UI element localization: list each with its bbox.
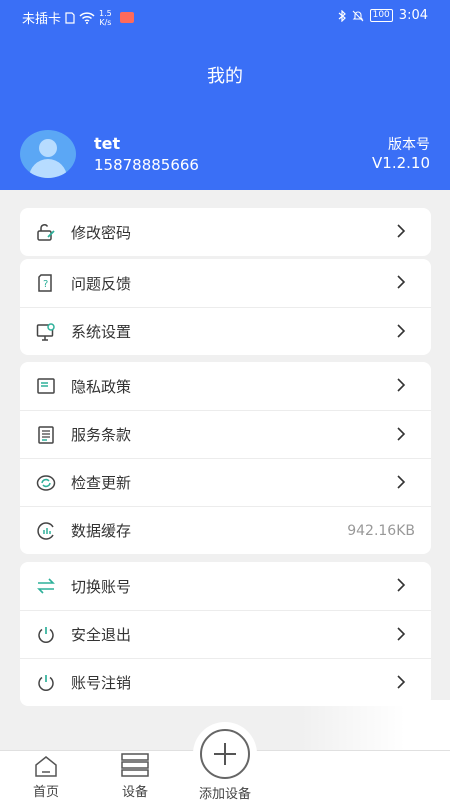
menu-item-cancel-account[interactable]: 账号注销 <box>20 658 431 706</box>
account-card: 修改密码 <box>20 208 431 256</box>
session-card: 切换账号 安全退出 账号注销 <box>20 562 431 706</box>
menu-item-data-cache[interactable]: 数据缓存 942.16KB <box>20 506 431 554</box>
chevron-right-icon <box>397 675 406 689</box>
chevron-right-icon <box>397 324 406 338</box>
bluetooth-icon <box>338 9 346 22</box>
support-card: ? 问题反馈 系统设置 <box>20 259 431 355</box>
document-icon <box>35 424 57 446</box>
menu-item-check-update[interactable]: 检查更新 <box>20 458 431 506</box>
menu-label: 检查更新 <box>71 474 132 492</box>
user-name: tet <box>94 134 121 153</box>
menu-label: 数据缓存 <box>71 522 132 540</box>
tab-label: 设备 <box>121 785 148 800</box>
home-icon <box>18 751 74 777</box>
tab-devices[interactable]: 设备 <box>107 751 163 800</box>
power-icon <box>35 672 57 694</box>
status-bar: 未插卡 1.5 K/s 100 3:04 <box>0 0 450 32</box>
chevron-right-icon <box>397 275 406 289</box>
chevron-right-icon <box>397 475 406 489</box>
menu-item-privacy-policy[interactable]: 隐私政策 <box>20 362 431 410</box>
refresh-icon <box>35 472 57 494</box>
menu-item-change-password[interactable]: 修改密码 <box>20 208 431 256</box>
menu-item-feedback[interactable]: ? 问题反馈 <box>20 259 431 307</box>
menu-item-system-settings[interactable]: 系统设置 <box>20 307 431 355</box>
page-title: 我的 <box>207 66 243 87</box>
power-icon <box>35 624 57 646</box>
version-label: 版本号 <box>388 137 430 153</box>
network-speed: 1.5 K/s <box>99 8 112 27</box>
avatar[interactable] <box>20 130 76 178</box>
menu-label: 修改密码 <box>71 223 132 242</box>
battery-icon: 100 <box>369 9 393 22</box>
wifi-icon <box>79 11 95 24</box>
chevron-right-icon <box>397 578 406 592</box>
menu-item-terms[interactable]: 服务条款 <box>20 410 431 458</box>
info-card: 隐私政策 服务条款 检查更新 数据缓存 942.16KB <box>20 362 431 554</box>
menu-label: 账号注销 <box>71 674 132 692</box>
password-edit-icon <box>35 221 57 243</box>
mute-icon <box>352 10 363 21</box>
tab-home[interactable]: 首页 <box>18 751 74 800</box>
tab-label: 首页 <box>32 785 59 800</box>
fade-overlay <box>300 700 450 750</box>
menu-label: 安全退出 <box>71 626 132 644</box>
clock: 3:04 <box>398 8 428 23</box>
switch-arrows-icon <box>35 575 57 597</box>
menu-label: 切换账号 <box>71 577 132 596</box>
menu-item-switch-account[interactable]: 切换账号 <box>20 562 431 610</box>
monitor-settings-icon <box>35 321 57 343</box>
server-icon <box>107 751 163 777</box>
chevron-right-icon <box>397 378 406 392</box>
menu-label: 服务条款 <box>71 426 132 444</box>
user-phone: 15878885666 <box>94 156 199 174</box>
sim-icon <box>65 11 75 24</box>
add-device-button[interactable] <box>200 729 250 779</box>
carrier-text: 未插卡 <box>22 12 62 27</box>
profile-header: 未插卡 1.5 K/s 100 3:04 我的 tet 15878885666 版… <box>0 0 450 190</box>
menu-item-logout[interactable]: 安全退出 <box>20 610 431 658</box>
menu-label: 系统设置 <box>71 323 132 341</box>
cache-size-value: 942.16KB <box>347 522 415 539</box>
chevron-right-icon <box>397 224 406 238</box>
notification-badge-icon <box>119 12 134 23</box>
svg-text:?: ? <box>43 279 48 290</box>
book-icon <box>35 375 57 397</box>
chevron-right-icon <box>397 427 406 441</box>
chevron-right-icon <box>397 627 406 641</box>
feedback-icon: ? <box>35 272 57 294</box>
menu-label: 问题反馈 <box>71 274 132 293</box>
version-value: V1.2.10 <box>372 154 430 172</box>
cache-gauge-icon <box>35 520 57 542</box>
menu-label: 隐私政策 <box>71 377 132 396</box>
